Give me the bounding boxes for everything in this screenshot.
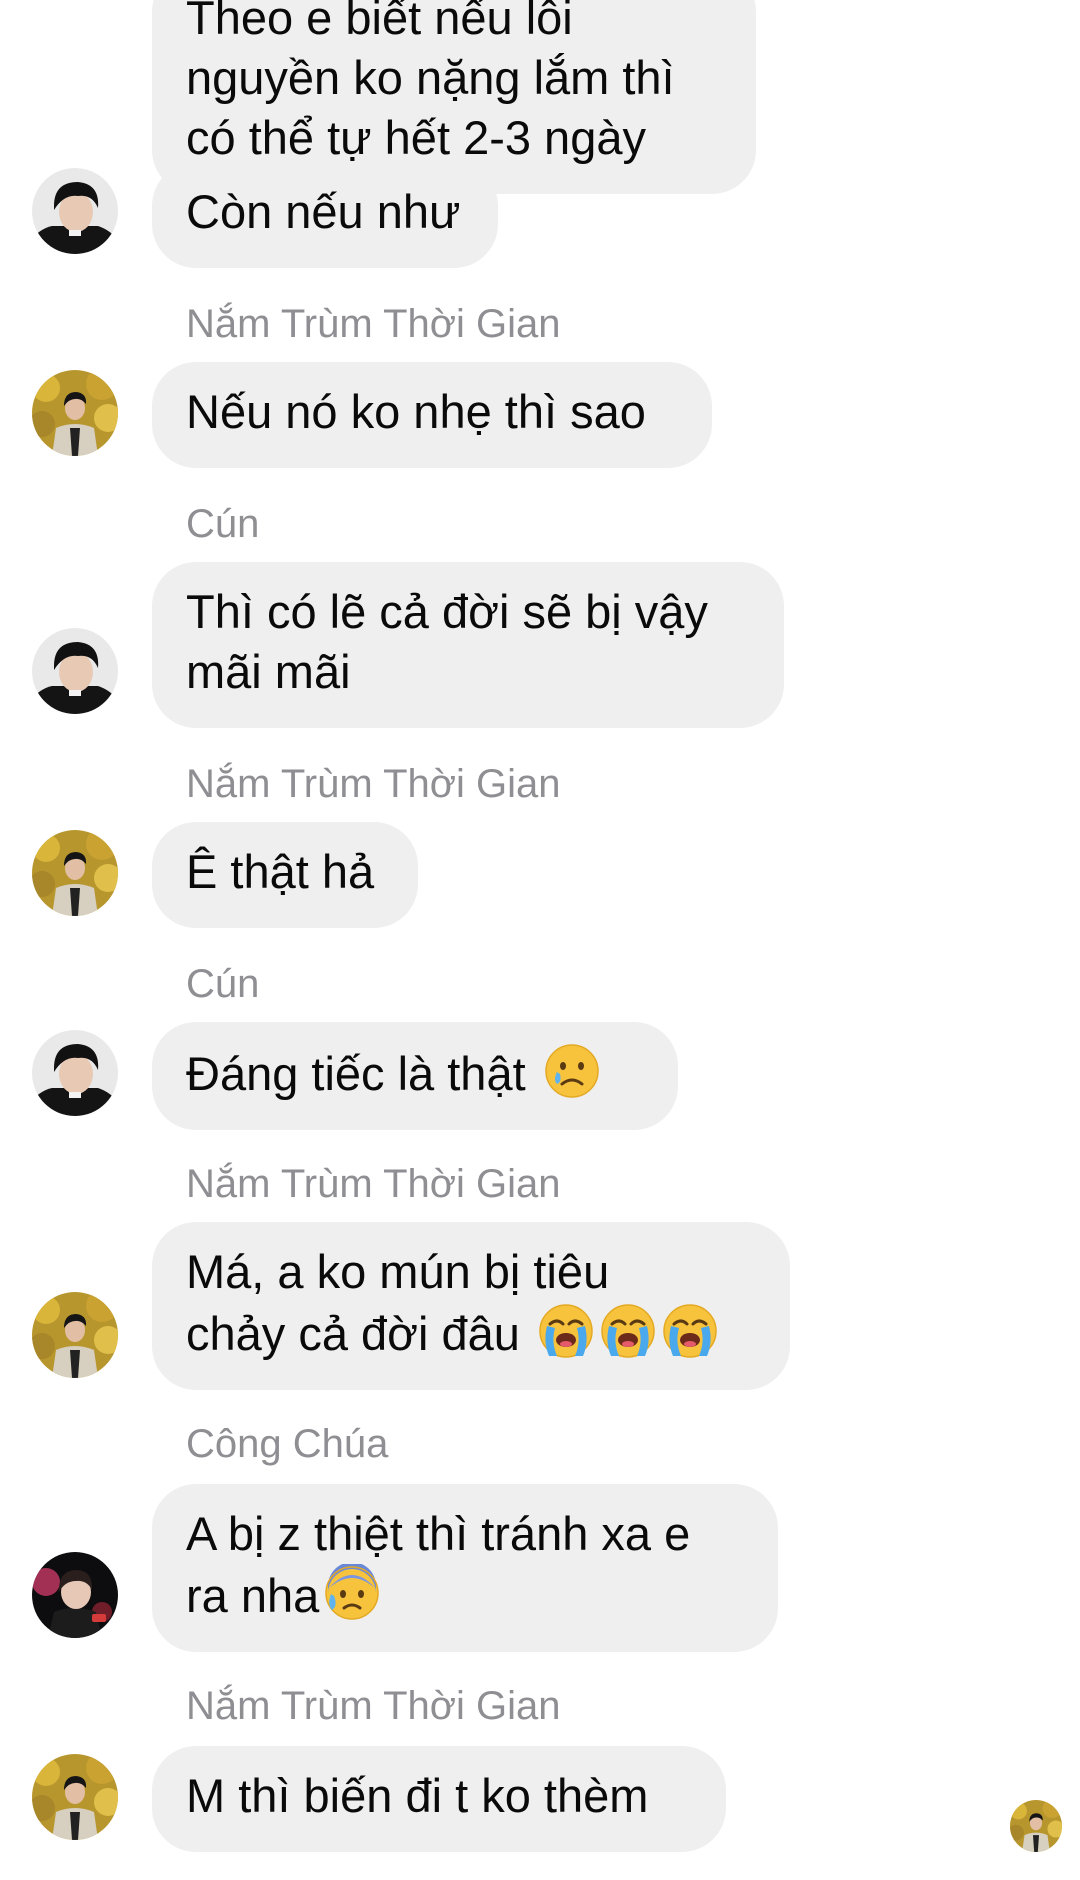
- message-bubble[interactable]: Ê thật hả: [152, 822, 418, 928]
- read-receipt-avatar-icon: [1010, 1800, 1062, 1852]
- message-bubble[interactable]: Má, a ko mún bị tiêu chảy cả đời đâu: [152, 1222, 790, 1390]
- sender-name: Cún: [186, 962, 260, 1006]
- message-bubble[interactable]: Đáng tiếc là thật: [152, 1022, 678, 1130]
- avatar-nam-trum-thoi-gian[interactable]: [32, 1754, 118, 1840]
- message-text: Đáng tiếc là thật: [186, 1047, 526, 1100]
- sender-name: Nắm Trùm Thời Gian: [186, 1162, 561, 1206]
- message-bubble[interactable]: M thì biến đi t ko thèm: [152, 1746, 726, 1852]
- message-text: Nếu nó ko nhẹ thì sao: [186, 385, 646, 438]
- message-text: Ê thật hả: [186, 845, 375, 898]
- message-text: chảy cả đời đâu: [186, 1307, 520, 1360]
- avatar-cong-chua[interactable]: [32, 1552, 118, 1638]
- message-text: Thì có lẽ cả đời sẽ bị vậy: [186, 585, 708, 638]
- message-bubble[interactable]: Nếu nó ko nhẹ thì sao: [152, 362, 712, 468]
- message-line: ra nha: [186, 1564, 742, 1626]
- avatar-cun[interactable]: [32, 168, 118, 254]
- message-text: nguyền ko nặng lắm thì: [186, 51, 675, 104]
- crying-face-icon: [543, 1042, 601, 1100]
- sender-name: Công Chúa: [186, 1422, 389, 1466]
- sender-name: Cún: [186, 502, 260, 546]
- message-bubble[interactable]: Thì có lẽ cả đời sẽ bị vậy mãi mãi: [152, 562, 784, 728]
- avatar-cun[interactable]: [32, 1030, 118, 1116]
- loudly-crying-face-icon: [599, 1302, 657, 1360]
- sender-name: Nắm Trùm Thời Gian: [186, 1684, 561, 1728]
- message-text: ra nha: [186, 1569, 320, 1622]
- message-text: có thể tự hết 2-3 ngày: [186, 111, 646, 164]
- message-text: Má, a ko mún bị tiêu: [186, 1245, 610, 1298]
- avatar-nam-trum-thoi-gian[interactable]: [32, 1292, 118, 1378]
- message-text: A bị z thiệt thì tránh xa e: [186, 1507, 691, 1560]
- message-line: Đáng tiếc là thật: [186, 1042, 642, 1104]
- loudly-crying-face-icon: [661, 1302, 719, 1360]
- message-text: mãi mãi: [186, 645, 351, 698]
- message-text: Theo e biết nếu lỗi: [186, 0, 573, 44]
- avatar-cun[interactable]: [32, 628, 118, 714]
- avatar-nam-trum-thoi-gian[interactable]: [32, 830, 118, 916]
- sender-name: Nắm Trùm Thời Gian: [186, 302, 561, 346]
- message-text: M thì biến đi t ko thèm: [186, 1769, 649, 1822]
- loudly-crying-face-icon: [537, 1302, 595, 1360]
- message-line: chảy cả đời đâu: [186, 1302, 754, 1364]
- avatar-nam-trum-thoi-gian[interactable]: [32, 370, 118, 456]
- message-text: Còn nếu như: [186, 185, 461, 238]
- message-bubble[interactable]: A bị z thiệt thì tránh xa e ra nha: [152, 1484, 778, 1652]
- sender-name: Nắm Trùm Thời Gian: [186, 762, 561, 806]
- anxious-face-with-sweat-icon: [323, 1564, 381, 1622]
- message-bubble[interactable]: Còn nếu như: [152, 162, 498, 268]
